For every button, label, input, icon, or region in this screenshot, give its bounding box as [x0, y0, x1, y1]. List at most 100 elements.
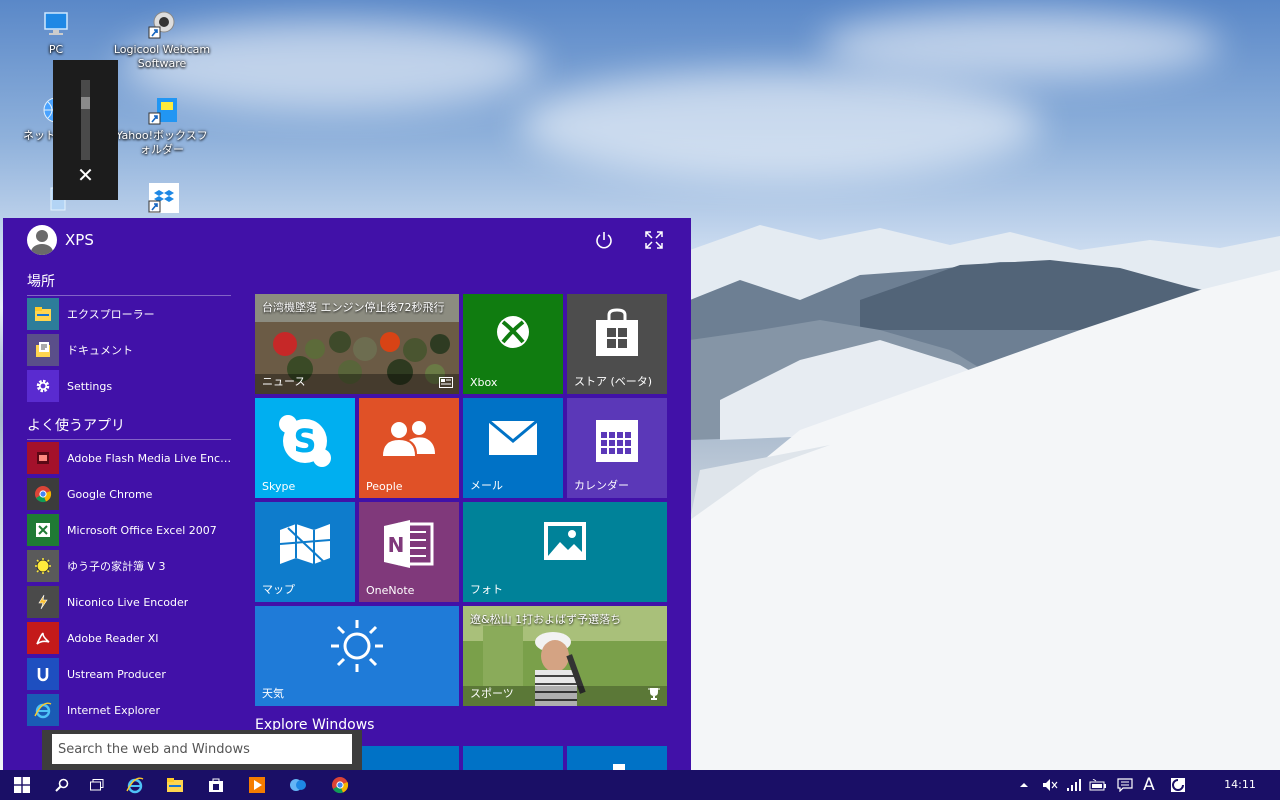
- tile-skype[interactable]: S Skype: [255, 398, 355, 498]
- notifications-button[interactable]: [1114, 770, 1136, 800]
- adobe-reader-icon: [27, 622, 59, 654]
- tile-calendar[interactable]: カレンダー: [567, 398, 667, 498]
- app-item-niconico[interactable]: Niconico Live Encoder: [27, 586, 233, 618]
- tile-mail[interactable]: メール: [463, 398, 563, 498]
- places-header: 場所: [27, 271, 231, 296]
- tile-weather[interactable]: 天気: [255, 606, 459, 706]
- tile-label: Skype: [262, 480, 296, 493]
- close-icon[interactable]: ✕: [53, 163, 118, 187]
- taskbar-app[interactable]: [278, 770, 318, 800]
- app-item-ie[interactable]: Internet Explorer: [27, 694, 233, 726]
- folder-icon: [167, 778, 183, 792]
- place-item-label: エクスプローラー: [67, 308, 155, 321]
- tile-news[interactable]: 台湾機墜落 エンジン停止後72秒飛行 ニュース: [255, 294, 459, 394]
- task-view-icon: [90, 779, 104, 791]
- place-item-explorer[interactable]: エクスプローラー: [27, 298, 233, 330]
- tile-photos[interactable]: フォト: [463, 502, 667, 602]
- place-item-label: Settings: [67, 379, 113, 393]
- skype-icon: S: [255, 414, 355, 472]
- tile-explore-1[interactable]: [359, 746, 459, 770]
- tile-explore-2[interactable]: [463, 746, 563, 770]
- desktop-icon-dropbox[interactable]: [112, 182, 212, 215]
- webcam-shortcut-icon: [145, 10, 179, 40]
- app-item-adobe-reader[interactable]: Adobe Reader XI: [27, 622, 233, 654]
- xbox-icon: [463, 314, 563, 354]
- svg-text:S: S: [293, 422, 316, 460]
- app-item-label: Internet Explorer: [67, 703, 160, 717]
- search-button[interactable]: [42, 770, 82, 800]
- network-tray-button[interactable]: [1064, 770, 1084, 800]
- excel-icon: [27, 514, 59, 546]
- taskbar-media[interactable]: [237, 770, 277, 800]
- tile-explore-3[interactable]: [567, 746, 667, 770]
- battery-tray-button[interactable]: [1088, 770, 1108, 800]
- documents-icon: [27, 334, 59, 366]
- store-bag-icon: [567, 308, 667, 362]
- expand-button[interactable]: [642, 230, 666, 254]
- app-item-kakeibo[interactable]: ゆう子の家計簿 V 3: [27, 550, 233, 582]
- frequent-apps-header: よく使うアプリ: [27, 415, 231, 440]
- tile-label: ストア (ベータ): [574, 375, 653, 388]
- gear-icon: [27, 370, 59, 402]
- taskbar-clock[interactable]: 14:11: [1208, 770, 1272, 800]
- start-button[interactable]: [2, 770, 42, 800]
- volume-tray-button[interactable]: [1040, 770, 1060, 800]
- tile-label: カレンダー: [574, 479, 629, 492]
- svg-text:N: N: [388, 533, 405, 557]
- trophy-icon: [648, 688, 660, 700]
- app-item-ustream[interactable]: Ustream Producer: [27, 658, 233, 690]
- taskbar: A 14:11: [0, 770, 1280, 800]
- place-item-label: ドキュメント: [67, 344, 133, 357]
- task-view-button[interactable]: [77, 770, 117, 800]
- chrome-icon: [332, 777, 349, 794]
- volume-flyout: ✕: [53, 60, 118, 200]
- tile-people[interactable]: People: [359, 398, 459, 498]
- tile-xbox[interactable]: Xbox: [463, 294, 563, 394]
- app-item-flash-media[interactable]: Adobe Flash Media Live Encod…: [27, 442, 233, 474]
- start-menu: XPS 場所 エクスプローラー ドキュメント Settings よく使うアプリ …: [3, 218, 691, 770]
- app-item-label: Adobe Flash Media Live Encod…: [67, 451, 233, 465]
- avatar: [27, 225, 57, 255]
- media-player-icon: [249, 777, 265, 793]
- taskbar-chrome[interactable]: [320, 770, 360, 800]
- place-item-documents[interactable]: ドキュメント: [27, 334, 233, 366]
- tile-label: ニュース: [262, 375, 306, 388]
- tile-onenote[interactable]: N OneNote: [359, 502, 459, 602]
- store-bag-icon: [209, 778, 223, 792]
- volume-slider-thumb[interactable]: [81, 97, 90, 109]
- desktop-icon-yahoo-box[interactable]: Yahoo!ボックスフォルダー: [112, 96, 212, 157]
- tile-maps[interactable]: マップ: [255, 502, 355, 602]
- windows-logo-icon: [14, 777, 30, 793]
- user-account[interactable]: XPS: [27, 224, 94, 256]
- search-input[interactable]: [52, 734, 352, 764]
- chevron-up-icon: [1020, 783, 1028, 787]
- ime-pad-icon: [1171, 778, 1185, 792]
- volume-slider-track[interactable]: [81, 80, 90, 160]
- power-button[interactable]: [592, 230, 616, 254]
- taskbar-explorer[interactable]: [155, 770, 195, 800]
- people-icon: [359, 418, 459, 462]
- app-item-excel[interactable]: Microsoft Office Excel 2007: [27, 514, 233, 546]
- onenote-icon: N: [359, 518, 459, 574]
- search-box: [42, 730, 362, 770]
- show-hidden-icons-button[interactable]: [1016, 770, 1032, 800]
- taskbar-store[interactable]: [196, 770, 236, 800]
- desktop-icon-pc[interactable]: PC: [6, 10, 106, 57]
- ime-indicator[interactable]: A: [1139, 770, 1159, 800]
- place-item-settings[interactable]: Settings: [27, 370, 233, 402]
- volume-muted-icon: [1043, 779, 1058, 791]
- app-item-label: ゆう子の家計簿 V 3: [67, 560, 166, 573]
- desktop-icon-logicool[interactable]: Logicool Webcam Software: [112, 10, 212, 71]
- user-name: XPS: [65, 231, 94, 249]
- ustream-icon: [27, 658, 59, 690]
- tile-sports[interactable]: 遼&松山 1打およばず予選落ち スポーツ: [463, 606, 667, 706]
- tile-label: Xbox: [470, 376, 498, 389]
- app-item-chrome[interactable]: Google Chrome: [27, 478, 233, 510]
- power-icon: [596, 232, 612, 249]
- ime-tray-button[interactable]: [1164, 770, 1192, 800]
- app-item-label: Ustream Producer: [67, 667, 166, 681]
- tile-store[interactable]: ストア (ベータ): [567, 294, 667, 394]
- taskbar-ie[interactable]: [115, 770, 155, 800]
- news-headline: 台湾機墜落 エンジン停止後72秒飛行: [262, 301, 445, 314]
- sports-headline: 遼&松山 1打およばず予選落ち: [470, 613, 622, 626]
